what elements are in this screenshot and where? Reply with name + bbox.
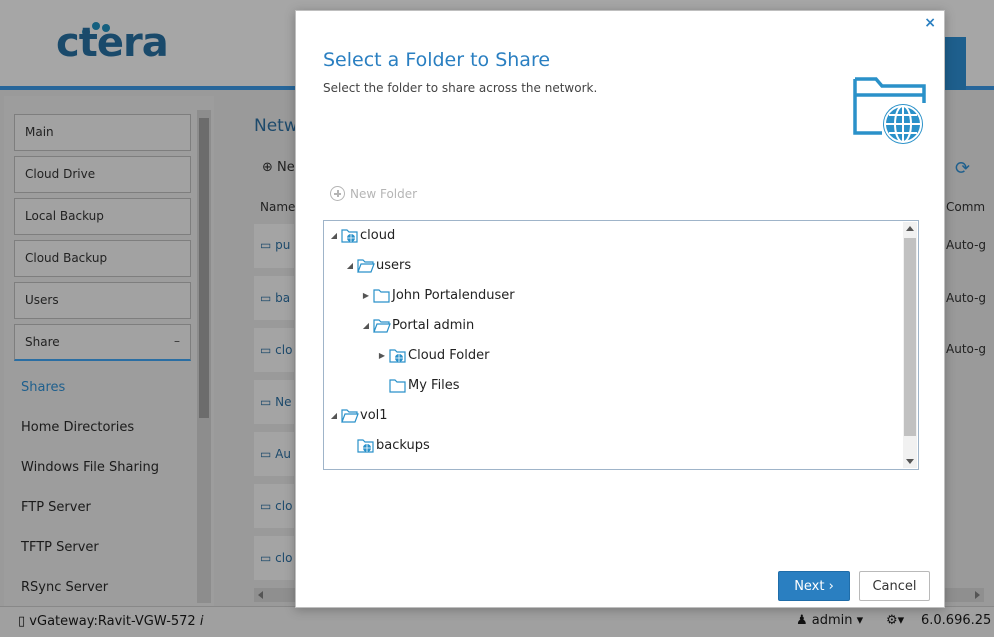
sidebar-item-share[interactable]: Share – xyxy=(14,324,191,361)
sidebar-item-label: Cloud Drive xyxy=(25,167,96,181)
folder-open-icon xyxy=(373,318,391,333)
collapsed-toggle-icon[interactable]: ▶ xyxy=(361,291,371,300)
sidebar-scrollbar[interactable] xyxy=(197,110,211,603)
tree-node-backups[interactable]: backups xyxy=(345,434,430,456)
folder-tree[interactable]: ◢ cloud ◢ users ▶ John Portalenduser ◢ P… xyxy=(323,220,919,470)
tree-node-portal-admin[interactable]: ◢ Portal admin xyxy=(361,314,474,336)
expand-toggle-icon[interactable]: ◢ xyxy=(329,231,339,240)
folder-open-icon xyxy=(341,408,359,423)
sidebar-subitem-home-directories[interactable]: Home Directories xyxy=(21,420,134,435)
select-folder-dialog: × Select a Folder to Share Select the fo… xyxy=(295,10,945,608)
folder-icon xyxy=(373,288,391,303)
sidebar-item-main[interactable]: Main xyxy=(14,114,191,151)
sidebar-item-label: Cloud Backup xyxy=(25,251,108,265)
sidebar-subitem-ftp-server[interactable]: FTP Server xyxy=(21,500,91,515)
sidebar-item-label: Main xyxy=(25,125,54,139)
collapsed-toggle-icon[interactable]: ▶ xyxy=(377,351,387,360)
scrollbar-thumb[interactable] xyxy=(904,238,916,436)
status-bar: ▯ vGateway:Ravit-VGW-572 i ♟ admin ▾ ⚙▾ … xyxy=(0,606,994,637)
column-header-comment[interactable]: Comm xyxy=(946,200,985,214)
tree-node-label: cloud xyxy=(360,227,396,243)
tree-node-label: Portal admin xyxy=(392,317,475,333)
user-menu[interactable]: ♟ admin ▾ xyxy=(796,613,863,628)
new-share-label: Ne xyxy=(277,160,295,175)
info-icon[interactable]: i xyxy=(200,614,204,629)
page-title: Netw xyxy=(254,116,298,136)
sidebar-item-users[interactable]: Users xyxy=(14,282,191,319)
dialog-subtitle: Select the folder to share across the ne… xyxy=(323,81,598,95)
scroll-up-icon[interactable] xyxy=(906,226,914,231)
tree-node-label: backups xyxy=(376,437,430,453)
sidebar-item-label: Local Backup xyxy=(25,209,104,223)
tree-node-cloud-folder[interactable]: ▶ Cloud Folder xyxy=(377,344,489,366)
tree-node-label: users xyxy=(376,257,412,273)
scroll-down-icon[interactable] xyxy=(906,459,914,464)
shared-folder-icon xyxy=(357,438,375,453)
tree-node-label: John Portalenduser xyxy=(392,287,515,303)
close-icon[interactable]: × xyxy=(924,15,936,31)
new-folder-button[interactable]: New Folder xyxy=(330,186,417,201)
sidebar-subitem-shares[interactable]: Shares xyxy=(21,380,65,395)
table-row-name: ▭ clo xyxy=(260,343,293,357)
shared-folder-icon xyxy=(389,348,407,363)
settings-gear-icon[interactable]: ⚙▾ xyxy=(886,613,904,628)
expand-toggle-icon[interactable]: ◢ xyxy=(345,261,355,270)
table-row-comment: Auto-g xyxy=(946,342,987,356)
tree-node-my-files[interactable]: My Files xyxy=(377,374,460,396)
add-circle-icon xyxy=(330,186,345,201)
sidebar-item-cloud-backup[interactable]: Cloud Backup xyxy=(14,240,191,277)
table-row-name: ▭ clo xyxy=(260,499,293,513)
sidebar-item-label: Share xyxy=(25,335,60,349)
tree-node-label: My Files xyxy=(408,377,460,393)
collapse-icon[interactable]: – xyxy=(174,334,180,348)
folder-open-icon xyxy=(357,258,375,273)
ctera-logo: ctera xyxy=(56,20,169,66)
shared-folder-hero-icon xyxy=(852,73,930,145)
tree-node-label: Cloud Folder xyxy=(408,347,490,363)
next-button[interactable]: Next › xyxy=(778,571,850,601)
table-row-name: ▭ clo xyxy=(260,551,293,565)
sidebar-item-label: Users xyxy=(25,293,59,307)
new-share-button[interactable]: ⊕ Ne xyxy=(262,160,295,175)
refresh-icon[interactable]: ⟳ xyxy=(955,158,970,179)
dialog-title: Select a Folder to Share xyxy=(323,49,551,71)
expand-toggle-icon[interactable]: ◢ xyxy=(329,411,339,420)
gateway-status: ▯ vGateway:Ravit-VGW-572 i xyxy=(18,614,204,629)
table-row-comment: Auto-g xyxy=(946,291,987,305)
tree-node-label: vol1 xyxy=(360,407,388,423)
new-folder-label: New Folder xyxy=(350,186,418,201)
expand-toggle-icon[interactable]: ◢ xyxy=(361,321,371,330)
scrollbar-thumb[interactable] xyxy=(199,118,209,418)
table-row-comment: Auto-g xyxy=(946,238,987,252)
sidebar-item-cloud-drive[interactable]: Cloud Drive xyxy=(14,156,191,193)
table-row-name: ▭ pu xyxy=(260,238,291,252)
tree-node-users[interactable]: ◢ users xyxy=(345,254,411,276)
shared-folder-icon xyxy=(341,228,359,243)
folder-icon xyxy=(389,378,407,393)
sidebar-subitem-rsync-server[interactable]: RSync Server xyxy=(21,580,108,595)
cancel-button[interactable]: Cancel xyxy=(859,571,930,601)
table-row-name: ▭ ba xyxy=(260,291,291,305)
table-row-name: ▭ Ne xyxy=(260,395,292,409)
tree-node-vol1[interactable]: ◢ vol1 xyxy=(329,404,388,426)
sidebar-subitem-tftp-server[interactable]: TFTP Server xyxy=(21,540,99,555)
version-label: 6.0.696.25 xyxy=(921,613,992,628)
sidebar-subitem-windows-file-sharing[interactable]: Windows File Sharing xyxy=(21,460,159,475)
table-row-name: ▭ Au xyxy=(260,447,291,461)
column-header-name[interactable]: Name xyxy=(260,200,295,214)
sidebar-item-local-backup[interactable]: Local Backup xyxy=(14,198,191,235)
tree-node-cloud[interactable]: ◢ cloud xyxy=(329,224,395,246)
tree-scrollbar[interactable] xyxy=(903,222,917,468)
tree-node-john-portalenduser[interactable]: ▶ John Portalenduser xyxy=(361,284,515,306)
